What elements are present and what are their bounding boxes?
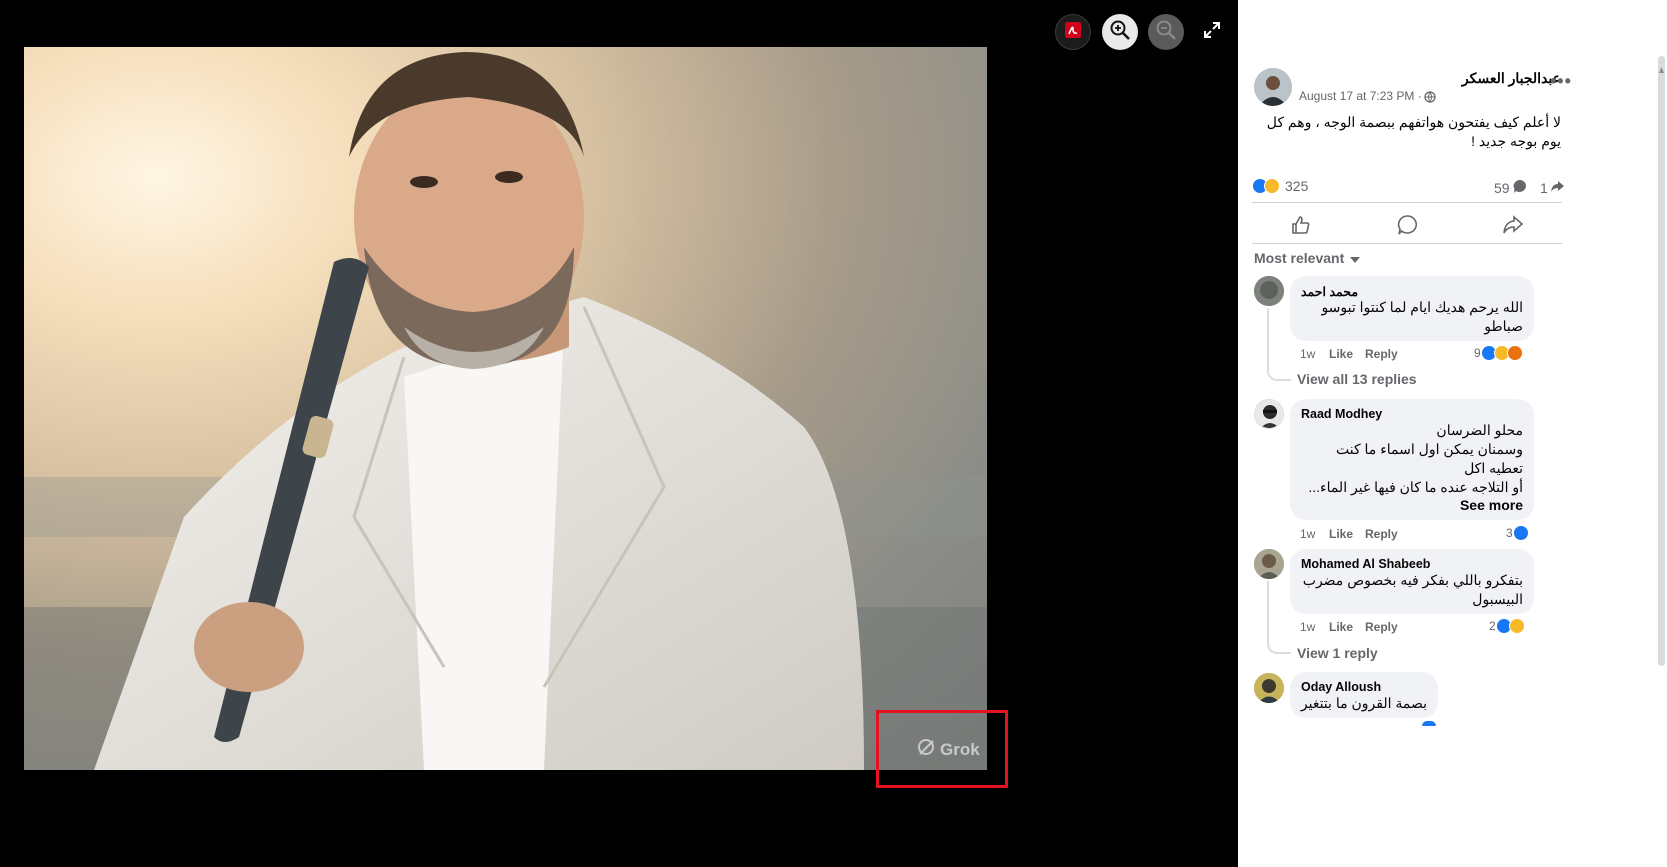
comment-time[interactable]: 1w (1300, 620, 1315, 634)
comment-line: محلو الضرسان (1436, 422, 1523, 438)
sort-label: Most relevant (1254, 250, 1345, 266)
comment-reactions[interactable]: 9 (1474, 345, 1523, 361)
comment-like-button[interactable]: Like (1329, 347, 1353, 361)
share-icon (1502, 215, 1524, 240)
comment-reactions-count: 3 (1506, 526, 1513, 540)
comment-line: تعطيه اكل (1464, 460, 1523, 476)
comment-reactions[interactable]: 3 (1506, 525, 1529, 541)
reactions-count: 325 (1285, 178, 1309, 194)
pdf-button[interactable] (1055, 14, 1091, 50)
comment-reactions[interactable]: 2 (1489, 618, 1525, 634)
commenter-name[interactable]: Mohamed Al Shabeeb (1301, 557, 1430, 571)
comment-time[interactable]: 1w (1300, 527, 1315, 541)
comment-text: بتفكرو باللي بفكر فيه بخصوص مضرب البيسبو… (1301, 571, 1523, 609)
more-options-icon[interactable]: ••• (1550, 71, 1572, 92)
comment-line: البيسبول (1472, 591, 1523, 607)
caret-down-icon (1350, 250, 1361, 266)
divider (1252, 202, 1562, 203)
author-avatar[interactable] (1254, 68, 1292, 106)
zoom-in-button[interactable] (1102, 14, 1138, 50)
fullscreen-button[interactable] (1194, 14, 1230, 50)
like-reaction-icon (1512, 525, 1529, 541)
commenter-avatar[interactable] (1254, 276, 1284, 306)
haha-reaction-icon (1264, 178, 1280, 194)
commenter-name[interactable]: Raad Modhey (1301, 407, 1382, 421)
comment-reply-button[interactable]: Reply (1365, 527, 1398, 541)
zoom-in-icon (1109, 19, 1131, 46)
share-arrow-icon (1550, 179, 1565, 197)
zoom-out-button[interactable] (1148, 14, 1184, 50)
angry-reaction-icon (1506, 345, 1523, 361)
comment-icon (1397, 215, 1419, 240)
highlight-box (876, 710, 1008, 788)
comment-bubble-icon (1513, 179, 1528, 197)
thread-line (1267, 308, 1291, 381)
globe-icon (1424, 90, 1436, 108)
comment-line: بتفكرو باللي بفكر فيه بخصوص مضرب (1302, 572, 1523, 588)
comment-line: بصمة القرون ما بتتغير (1300, 695, 1427, 711)
haha-reaction-icon (1508, 618, 1525, 634)
commenter-name[interactable]: Oday Alloush (1301, 680, 1381, 694)
comments-count[interactable]: 59 (1494, 179, 1528, 197)
post-photo: Grok (24, 47, 987, 770)
sort-dropdown[interactable]: Most relevant (1254, 250, 1361, 266)
comment-like-button[interactable]: Like (1329, 527, 1353, 541)
like-button[interactable] (1290, 214, 1312, 241)
shares-count[interactable]: 1 (1540, 179, 1565, 197)
share-button[interactable] (1502, 214, 1524, 241)
comment-like-button[interactable]: Like (1329, 620, 1353, 634)
post-author-name[interactable]: عبدالجبار العسكر (1433, 70, 1561, 87)
shares-count-text: 1 (1540, 180, 1548, 196)
post-text-line: يوم بوجه جديد ! (1471, 133, 1561, 149)
reactions-summary[interactable]: 325 (1252, 178, 1308, 194)
post-text: لا أعلم كيف يفتحون هواتفهم ببصمة الوجه ،… (1254, 113, 1561, 151)
comment-reply-button[interactable]: Reply (1365, 620, 1398, 634)
like-reaction-icon (1422, 721, 1436, 726)
comment-reactions-count: 2 (1489, 619, 1496, 633)
zoom-out-icon (1155, 19, 1177, 46)
view-replies-link[interactable]: View all 13 replies (1297, 371, 1417, 387)
commenter-name[interactable]: محمد احمد (1301, 284, 1358, 299)
comment-reactions-count: 9 (1474, 346, 1481, 360)
comment-line: وسمنان يمكن اول اسماء ما كنت (1336, 441, 1523, 457)
comment-button[interactable] (1397, 214, 1419, 241)
adobe-pdf-icon (1063, 20, 1083, 45)
see-more-link[interactable]: See more (1301, 497, 1523, 513)
thread-line (1267, 581, 1291, 654)
scroll-up-icon[interactable] (1659, 60, 1664, 88)
photo-viewer: Grok (0, 0, 1238, 867)
comment-line: أو التلاجه عنده ما كان فيها غير الماء... (1308, 479, 1523, 495)
scrollbar[interactable] (1658, 56, 1665, 666)
comment-text: الله يرحم هديك ايام لما كنتوا تبوسو صباط… (1301, 298, 1523, 336)
post-sidebar: عبدالجبار العسكر ••• August 17 at 7:23 P… (1238, 0, 1667, 867)
fullscreen-icon (1203, 21, 1221, 44)
comment-text: محلو الضرسان وسمنان يمكن اول اسماء ما كن… (1301, 421, 1523, 497)
comment-line: صباطو (1484, 318, 1523, 334)
post-text-line: لا أعلم كيف يفتحون هواتفهم ببصمة الوجه ،… (1266, 114, 1561, 130)
commenter-avatar[interactable] (1254, 549, 1284, 579)
commenter-avatar[interactable] (1254, 673, 1284, 703)
divider (1252, 243, 1562, 244)
thumbs-up-icon (1290, 216, 1312, 240)
portrait-illustration (24, 52, 987, 770)
comment-reply-button[interactable]: Reply (1365, 347, 1398, 361)
view-replies-link[interactable]: View 1 reply (1297, 645, 1378, 661)
comments-count-text: 59 (1494, 180, 1510, 196)
comment-time[interactable]: 1w (1300, 347, 1315, 361)
post-timestamp[interactable]: August 17 at 7:23 PM · (1299, 89, 1422, 103)
comment-text: بصمة القرون ما بتتغير (1301, 694, 1427, 713)
commenter-avatar[interactable] (1254, 399, 1284, 429)
comment-line: الله يرحم هديك ايام لما كنتوا تبوسو (1321, 299, 1523, 315)
